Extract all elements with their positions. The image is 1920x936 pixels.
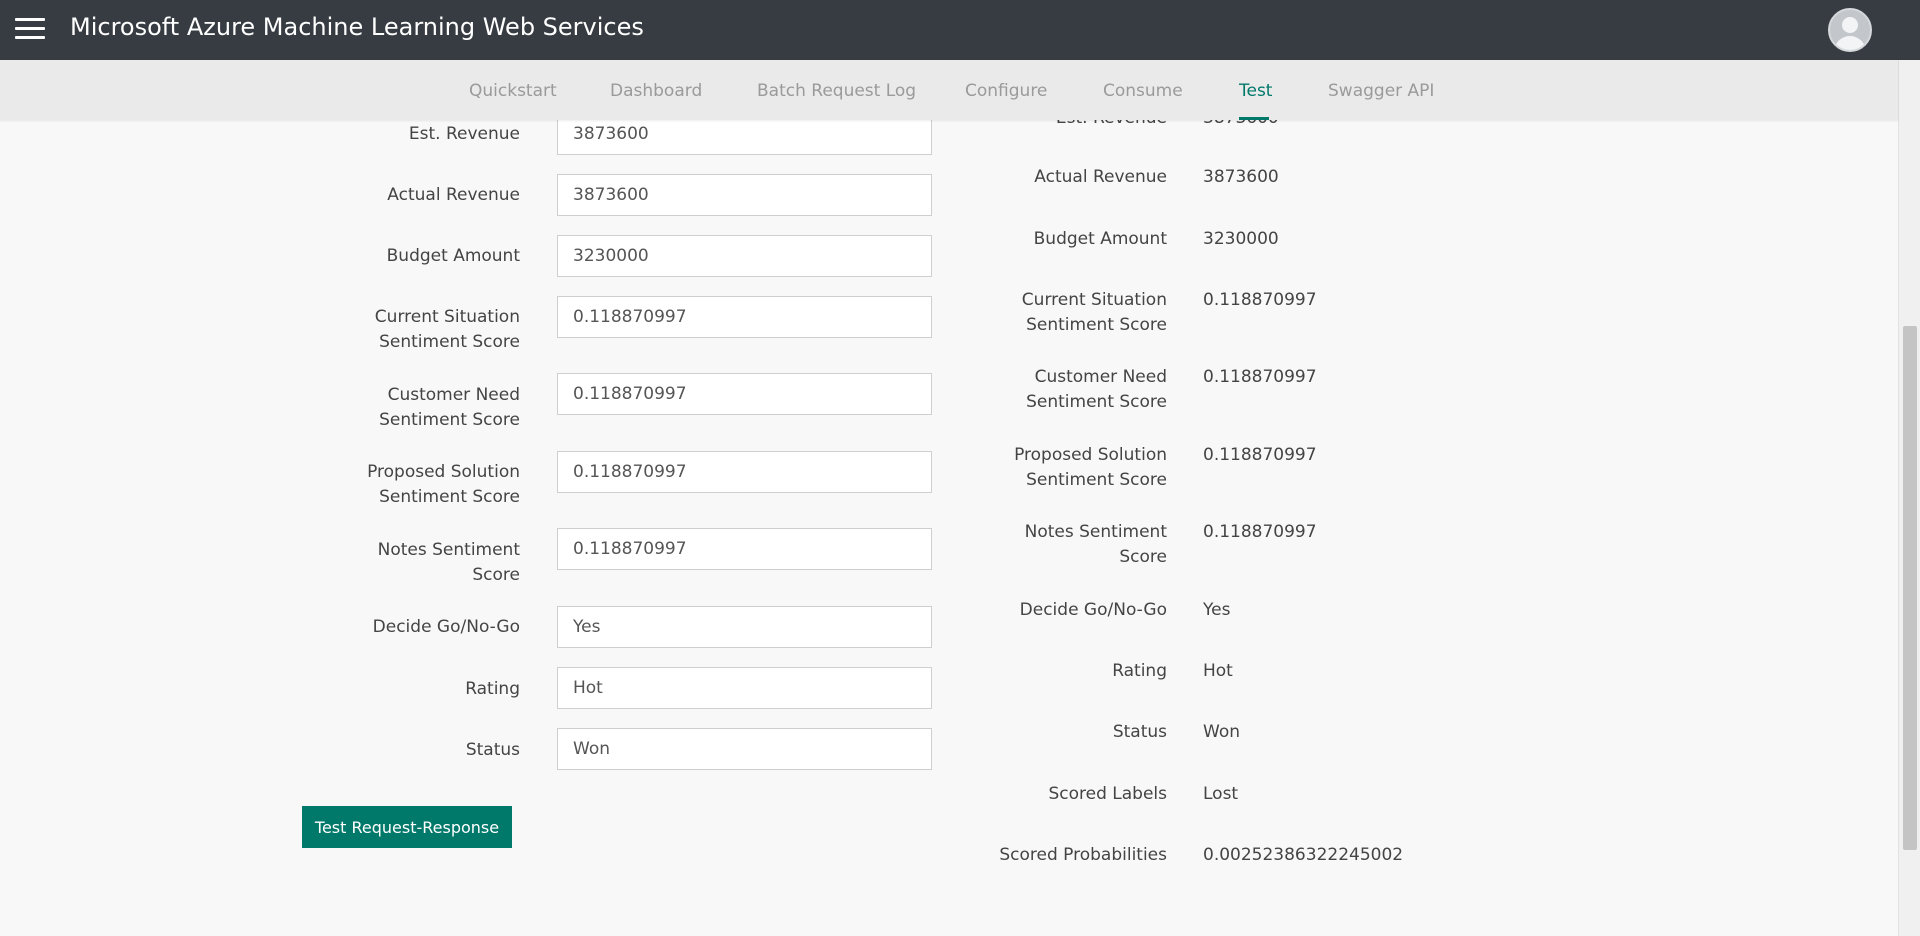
- input-notes-sentiment[interactable]: 0.118870997: [557, 528, 932, 570]
- result-label-current-situation-sentiment: Current Situation Sentiment Score: [1021, 290, 1167, 335]
- app-title: Microsoft Azure Machine Learning Web Ser…: [70, 13, 644, 41]
- result-label-decide-go-no-go: Decide Go/No-Go: [1019, 600, 1167, 620]
- input-rating[interactable]: Hot: [557, 667, 932, 709]
- result-value-notes-sentiment: 0.118870997: [1203, 522, 1317, 542]
- result-label-scored-probabilities: Scored Probabilities: [999, 845, 1167, 865]
- result-label-status: Status: [1112, 722, 1167, 742]
- tab-configure[interactable]: Configure: [965, 81, 1047, 101]
- field-label-budget-amount: Budget Amount: [386, 246, 520, 266]
- result-label-actual-revenue: Actual Revenue: [1034, 167, 1167, 187]
- test-request-response-button[interactable]: Test Request-Response: [302, 806, 512, 848]
- input-budget-amount[interactable]: 3230000: [557, 235, 932, 277]
- active-tab-indicator: [1239, 117, 1269, 120]
- page-scrollbar[interactable]: [1898, 60, 1920, 936]
- nav-tabs: Quickstart Dashboard Batch Request Log C…: [0, 60, 1898, 120]
- input-proposed-solution-sentiment[interactable]: 0.118870997: [557, 451, 932, 493]
- result-value-budget-amount: 3230000: [1203, 229, 1279, 249]
- user-avatar-icon[interactable]: [1828, 8, 1872, 52]
- tab-consume[interactable]: Consume: [1103, 81, 1183, 101]
- field-label-decide-go-no-go: Decide Go/No-Go: [372, 617, 520, 637]
- result-value-current-situation-sentiment: 0.118870997: [1203, 290, 1317, 310]
- result-value-rating: Hot: [1203, 661, 1233, 681]
- tab-swagger-api[interactable]: Swagger API: [1328, 81, 1434, 101]
- input-customer-need-sentiment[interactable]: 0.118870997: [557, 373, 932, 415]
- input-decide-go-no-go[interactable]: Yes: [557, 606, 932, 648]
- field-label-actual-revenue: Actual Revenue: [387, 185, 520, 205]
- result-value-scored-labels: Lost: [1203, 784, 1239, 804]
- hamburger-menu-icon[interactable]: [15, 18, 45, 40]
- input-actual-revenue[interactable]: 3873600: [557, 174, 932, 216]
- result-value-scored-probabilities: 0.00252386322245002: [1203, 845, 1404, 865]
- input-status[interactable]: Won: [557, 728, 932, 770]
- result-value-customer-need-sentiment: 0.118870997: [1203, 367, 1317, 387]
- field-label-proposed-solution-sentiment: Proposed Solution Sentiment Score: [367, 462, 520, 507]
- result-value-actual-revenue: 3873600: [1203, 167, 1279, 187]
- top-bar: Microsoft Azure Machine Learning Web Ser…: [0, 0, 1920, 60]
- field-label-est-revenue: Est. Revenue: [408, 124, 520, 144]
- result-label-notes-sentiment: Notes Sentiment Score: [1024, 522, 1167, 567]
- tab-batch-request-log[interactable]: Batch Request Log: [757, 81, 916, 101]
- result-value-decide-go-no-go: Yes: [1203, 600, 1231, 620]
- field-label-status: Status: [465, 740, 520, 760]
- result-label-proposed-solution-sentiment: Proposed Solution Sentiment Score: [1014, 445, 1167, 490]
- result-label-scored-labels: Scored Labels: [1048, 784, 1167, 804]
- scrollbar-thumb[interactable]: [1903, 326, 1917, 850]
- tab-quickstart[interactable]: Quickstart: [469, 81, 557, 101]
- field-label-current-situation-sentiment: Current Situation Sentiment Score: [374, 307, 520, 352]
- result-label-customer-need-sentiment: Customer Need Sentiment Score: [1026, 367, 1167, 412]
- field-label-notes-sentiment: Notes Sentiment Score: [377, 540, 520, 585]
- result-value-status: Won: [1203, 722, 1240, 742]
- field-label-customer-need-sentiment: Customer Need Sentiment Score: [379, 385, 520, 430]
- input-current-situation-sentiment[interactable]: 0.118870997: [557, 296, 932, 338]
- tab-dashboard[interactable]: Dashboard: [610, 81, 702, 101]
- result-label-rating: Rating: [1112, 661, 1167, 681]
- tab-test[interactable]: Test: [1239, 81, 1272, 101]
- result-value-proposed-solution-sentiment: 0.118870997: [1203, 445, 1317, 465]
- field-label-rating: Rating: [465, 679, 520, 699]
- result-label-budget-amount: Budget Amount: [1033, 229, 1167, 249]
